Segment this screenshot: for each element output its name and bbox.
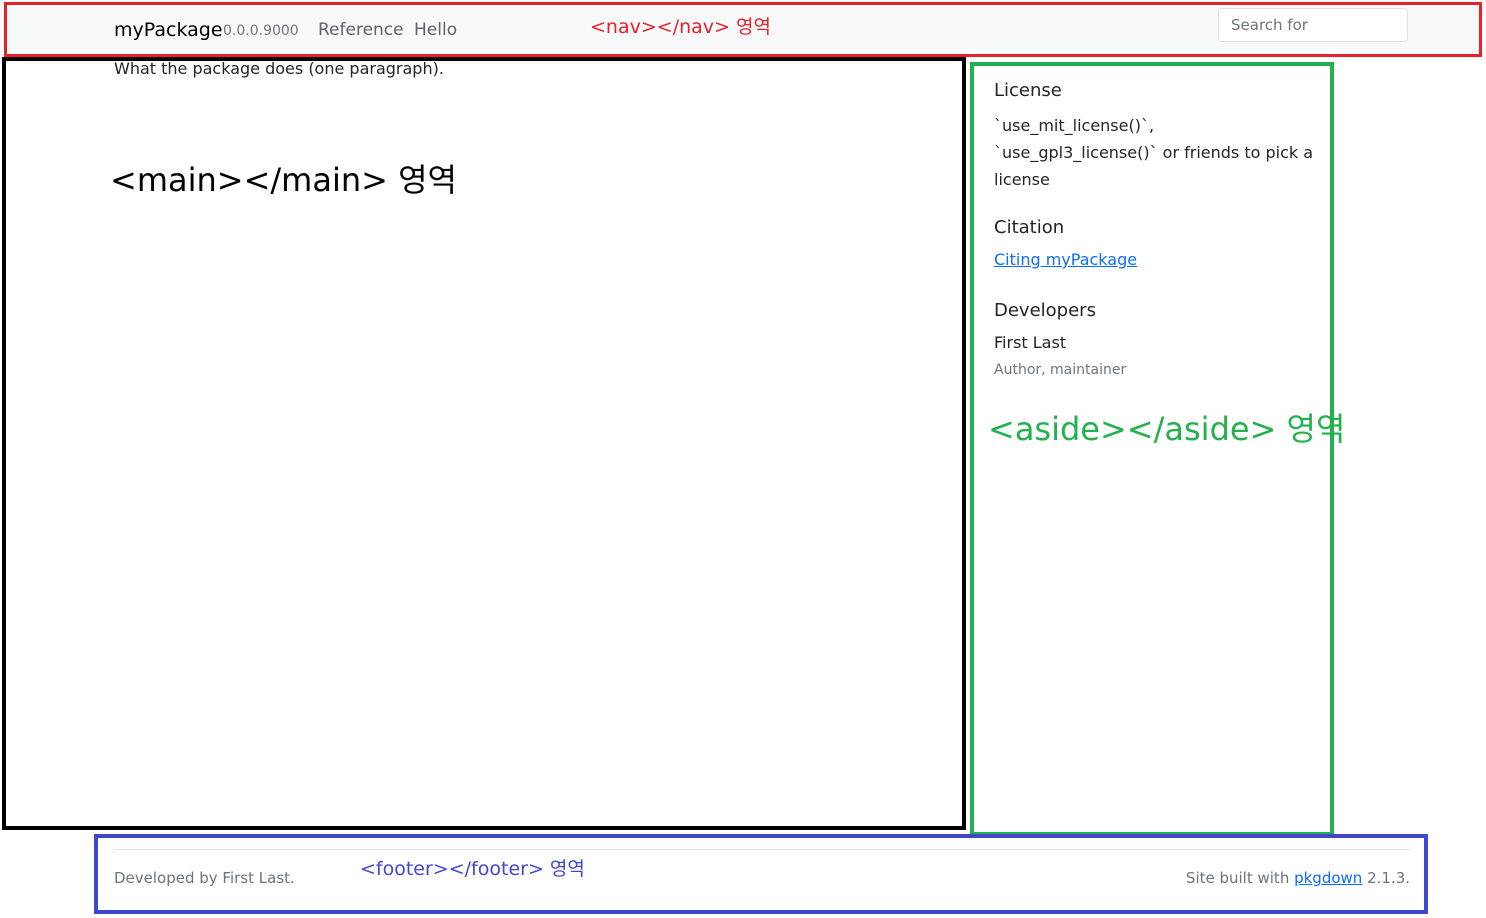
footer-built-suffix: 2.1.3. [1362, 869, 1410, 887]
developers-heading: Developers [994, 300, 1096, 321]
footer-developed-by: Developed by First Last. [114, 869, 295, 887]
page: myPackage 0.0.0.9000 Reference Hello Wha… [0, 0, 1486, 918]
brand-link[interactable]: myPackage [114, 19, 223, 41]
footer-built-prefix: Site built with [1185, 869, 1295, 887]
package-description: What the package does (one paragraph). [114, 59, 444, 78]
search-input[interactable] [1218, 8, 1408, 42]
citation-link[interactable]: Citing myPackage [994, 250, 1137, 269]
developer-name: First Last [994, 333, 1067, 352]
aside-region-label: <aside></aside> 영역 [988, 410, 1346, 448]
footer-region-label: <footer></footer> 영역 [360, 858, 585, 880]
main-region-label: <main></main> 영역 [110, 161, 457, 199]
nav-link-hello[interactable]: Hello [414, 20, 457, 40]
license-text: `use_mit_license()`, `use_gpl3_license()… [994, 116, 1314, 189]
nav-link-reference[interactable]: Reference [318, 20, 404, 40]
version-badge: 0.0.0.9000 [223, 23, 299, 39]
citation-heading: Citation [994, 217, 1065, 238]
pkgdown-link[interactable]: pkgdown [1294, 869, 1362, 887]
nav-region-label: <nav></nav> 영역 [590, 16, 771, 38]
footer-divider [114, 849, 1410, 850]
license-heading: License [994, 80, 1062, 101]
developer-role: Author, maintainer [994, 362, 1127, 378]
footer-built-with: Site built with pkgdown 2.1.3. [1186, 869, 1410, 887]
